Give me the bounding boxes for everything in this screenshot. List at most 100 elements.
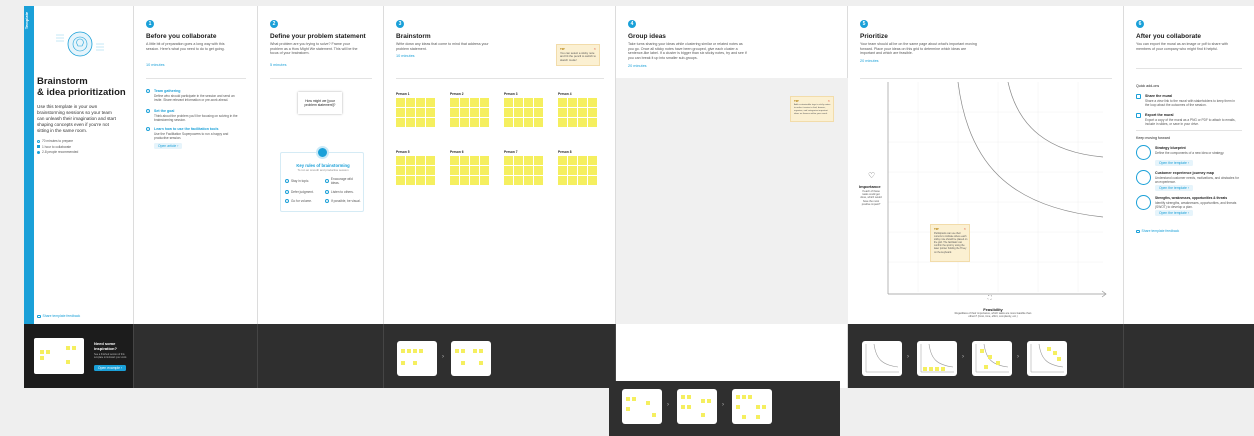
sticky-note[interactable]	[524, 108, 533, 117]
sticky-note[interactable]	[588, 176, 597, 185]
sticky-note[interactable]	[480, 176, 489, 185]
sticky-note[interactable]	[450, 108, 459, 117]
sticky-note[interactable]	[514, 176, 523, 185]
sticky-note[interactable]	[480, 108, 489, 117]
sticky-note[interactable]	[578, 156, 587, 165]
sticky-note[interactable]	[524, 166, 533, 175]
sticky-note[interactable]	[534, 108, 543, 117]
sticky-note[interactable]	[406, 166, 415, 175]
example-thumbnail[interactable]	[1027, 341, 1067, 376]
sticky-note[interactable]	[460, 176, 469, 185]
sticky-note[interactable]	[470, 118, 479, 127]
sticky-note[interactable]	[396, 166, 405, 175]
mural-board[interactable]: Template Brainstorm & idea prioritizatio…	[0, 0, 1254, 436]
sticky-note[interactable]	[480, 166, 489, 175]
sticky-note[interactable]	[578, 118, 587, 127]
sticky-note[interactable]	[480, 156, 489, 165]
sticky-note[interactable]	[470, 98, 479, 107]
open-template-button[interactable]: Open the template ›	[1155, 160, 1193, 166]
sticky-note[interactable]	[470, 176, 479, 185]
sticky-note[interactable]	[450, 156, 459, 165]
example-thumbnail[interactable]	[622, 389, 662, 424]
sticky-note[interactable]	[460, 156, 469, 165]
sticky-note[interactable]	[568, 98, 577, 107]
sticky-note[interactable]	[416, 118, 425, 127]
sticky-note[interactable]	[588, 98, 597, 107]
sticky-note[interactable]	[534, 166, 543, 175]
sticky-note[interactable]	[588, 108, 597, 117]
example-thumbnail[interactable]	[451, 341, 491, 376]
sticky-note[interactable]	[406, 118, 415, 127]
sticky-note[interactable]	[558, 166, 567, 175]
sticky-note[interactable]	[450, 166, 459, 175]
example-thumbnail[interactable]	[732, 389, 772, 424]
sticky-note[interactable]	[406, 156, 415, 165]
sticky-note[interactable]	[416, 156, 425, 165]
sticky-note[interactable]	[578, 98, 587, 107]
sticky-note[interactable]	[524, 156, 533, 165]
sticky-note[interactable]	[534, 176, 543, 185]
sticky-note[interactable]	[406, 98, 415, 107]
sticky-note[interactable]	[406, 108, 415, 117]
close-icon[interactable]: ×	[964, 226, 966, 231]
sticky-note[interactable]	[426, 166, 435, 175]
open-template-button[interactable]: Open the template ›	[1155, 185, 1193, 191]
sticky-note[interactable]	[396, 118, 405, 127]
sticky-note[interactable]	[504, 98, 513, 107]
sticky-note[interactable]	[460, 108, 469, 117]
sticky-note[interactable]	[396, 156, 405, 165]
sticky-note[interactable]	[426, 176, 435, 185]
sticky-note[interactable]	[524, 118, 533, 127]
sticky-note[interactable]	[396, 176, 405, 185]
sticky-note[interactable]	[470, 108, 479, 117]
sticky-note[interactable]	[558, 108, 567, 117]
sticky-note[interactable]	[460, 166, 469, 175]
example-thumbnail[interactable]	[862, 341, 902, 376]
sticky-note[interactable]	[426, 98, 435, 107]
sticky-note[interactable]	[568, 156, 577, 165]
sticky-note[interactable]	[568, 166, 577, 175]
sticky-note[interactable]	[460, 118, 469, 127]
intro-feedback-link[interactable]: Share template feedback	[37, 314, 80, 318]
sticky-note[interactable]	[524, 98, 533, 107]
sticky-note[interactable]	[578, 166, 587, 175]
sticky-note[interactable]	[504, 118, 513, 127]
sticky-note[interactable]	[514, 166, 523, 175]
sticky-note[interactable]	[534, 156, 543, 165]
sticky-note[interactable]	[480, 98, 489, 107]
sticky-note[interactable]	[504, 108, 513, 117]
sticky-note[interactable]	[426, 108, 435, 117]
sticky-note[interactable]	[588, 156, 597, 165]
sticky-note[interactable]	[514, 118, 523, 127]
open-template-button[interactable]: Open the template ›	[1155, 210, 1193, 216]
example-thumbnail[interactable]	[972, 341, 1012, 376]
example-thumbnail[interactable]	[917, 341, 957, 376]
sticky-note[interactable]	[558, 176, 567, 185]
sticky-note[interactable]	[426, 118, 435, 127]
close-icon[interactable]: ×	[594, 46, 596, 51]
sticky-note[interactable]	[480, 118, 489, 127]
sticky-note[interactable]	[504, 176, 513, 185]
sticky-note[interactable]	[534, 98, 543, 107]
example-thumbnail[interactable]	[677, 389, 717, 424]
sticky-note[interactable]	[568, 176, 577, 185]
sticky-note[interactable]	[504, 166, 513, 175]
sticky-note[interactable]	[558, 98, 567, 107]
sticky-note[interactable]	[578, 176, 587, 185]
example-thumbnail[interactable]	[397, 341, 437, 376]
open-example-button[interactable]: Open example ›	[94, 365, 127, 371]
sticky-note[interactable]	[416, 98, 425, 107]
example-thumbnail[interactable]	[34, 338, 84, 374]
sticky-note[interactable]	[470, 156, 479, 165]
sticky-note[interactable]	[524, 176, 533, 185]
sticky-note[interactable]	[416, 166, 425, 175]
sticky-note[interactable]	[416, 176, 425, 185]
sticky-note[interactable]	[534, 118, 543, 127]
prioritization-grid[interactable]	[878, 82, 1110, 300]
problem-statement-card[interactable]: How might we [your problem statement]?	[298, 92, 342, 114]
sticky-note[interactable]	[578, 108, 587, 117]
sticky-note[interactable]	[514, 108, 523, 117]
sticky-note[interactable]	[504, 156, 513, 165]
sticky-note[interactable]	[406, 176, 415, 185]
sticky-note[interactable]	[450, 118, 459, 127]
